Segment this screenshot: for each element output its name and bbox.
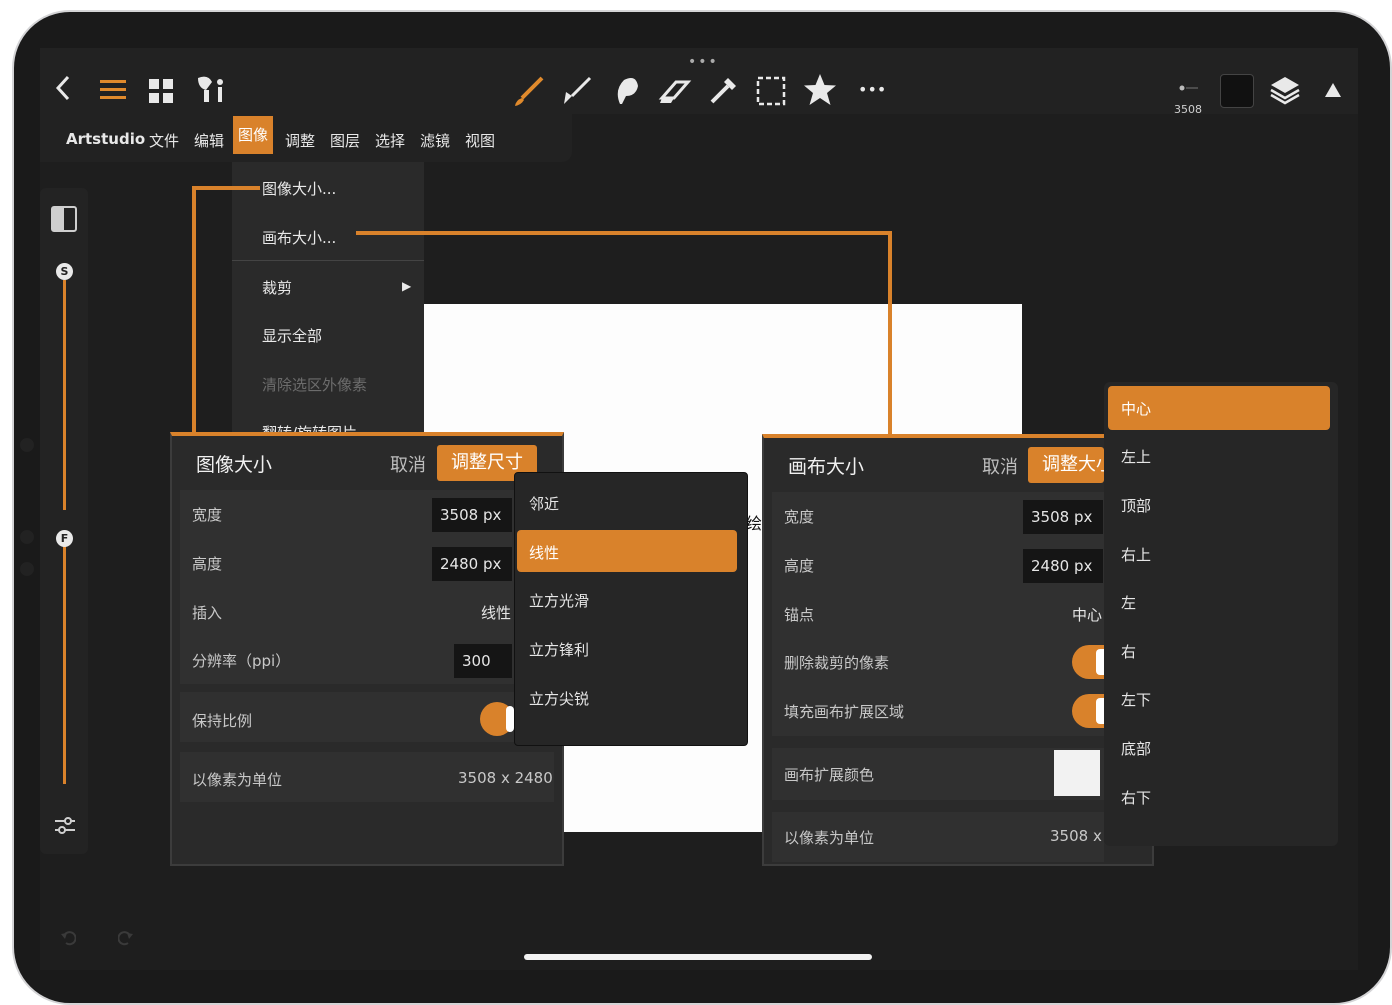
width-input[interactable]: 3508 px xyxy=(432,498,512,532)
grid-icon[interactable] xyxy=(148,78,174,108)
connector-line xyxy=(888,231,892,438)
extension-color-label: 画布扩展颜色 xyxy=(784,766,875,784)
undo-icon[interactable] xyxy=(60,930,77,950)
layers-icon[interactable] xyxy=(1268,74,1302,110)
size-slider-knob[interactable]: S xyxy=(56,263,73,280)
eyedropper-icon[interactable] xyxy=(706,74,740,112)
extension-color-swatch[interactable] xyxy=(1054,750,1100,796)
toggle-knob xyxy=(1096,649,1104,675)
canvas-size-title: 画布大小 xyxy=(788,456,865,478)
size-slider-track[interactable] xyxy=(63,280,66,510)
canvas-width-label: 宽度 xyxy=(784,508,815,526)
eraser-icon[interactable] xyxy=(658,76,692,110)
submenu-arrow-icon: ▶ xyxy=(402,279,412,293)
canvas-text: 绘 xyxy=(746,514,763,533)
interpolation-label: 插入 xyxy=(192,604,223,622)
side-button xyxy=(20,530,34,544)
menu-item-image-size[interactable]: 图像大小... xyxy=(262,178,336,199)
canvas-size-cancel-button[interactable]: 取消 xyxy=(982,453,1018,479)
pixel-units-label: 以像素为单位 xyxy=(192,771,283,789)
brush-settings-icon[interactable] xyxy=(194,74,226,110)
hamburger-menu-icon[interactable] xyxy=(100,78,126,106)
side-button xyxy=(20,562,34,576)
anchor-option-bottom[interactable]: 底部 xyxy=(1121,738,1151,759)
menu-divider xyxy=(232,260,424,261)
image-size-title: 图像大小 xyxy=(196,454,273,476)
menu-adjust[interactable]: 调整 xyxy=(285,130,315,151)
toggle-knob xyxy=(506,706,514,732)
brush-icon[interactable] xyxy=(512,74,546,112)
interp-option-cubic-smooth[interactable]: 立方光滑 xyxy=(529,590,589,611)
anchor-label: 锚点 xyxy=(784,606,815,624)
interp-option-nearest[interactable]: 邻近 xyxy=(529,493,559,514)
menu-item-clear-outside: 清除选区外像素 xyxy=(262,376,368,394)
menu-filter[interactable]: 滤镜 xyxy=(420,130,450,151)
connector-line xyxy=(356,231,892,235)
flow-slider-track[interactable] xyxy=(63,546,66,784)
anchor-value[interactable]: 中心 xyxy=(1072,604,1102,624)
interp-option-cubic-sharper[interactable]: 立方尖锐 xyxy=(529,688,589,709)
connector-line xyxy=(192,186,260,190)
anchor-option-top-right[interactable]: 右上 xyxy=(1121,544,1151,565)
canvas-height-input[interactable]: 2480 px xyxy=(1023,549,1103,583)
menu-select[interactable]: 选择 xyxy=(375,130,405,151)
home-indicator[interactable] xyxy=(524,954,872,960)
canvas-pixel-units-value: 3508 x 2480 xyxy=(1050,827,1104,845)
color-swatch-icon[interactable] xyxy=(1220,74,1254,108)
height-label: 高度 xyxy=(192,555,223,573)
star-icon[interactable] xyxy=(802,72,838,112)
side-button xyxy=(20,438,34,452)
menu-file[interactable]: 文件 xyxy=(149,130,179,151)
anchor-option-right[interactable]: 右 xyxy=(1121,641,1136,662)
flow-slider-knob[interactable]: F xyxy=(56,530,73,547)
menu-item-show-all[interactable]: 显示全部 xyxy=(262,325,322,346)
height-input[interactable]: 2480 px xyxy=(432,547,512,581)
menu-view[interactable]: 视图 xyxy=(465,130,495,151)
canvas-pixel-units-label: 以像素为单位 xyxy=(784,829,875,847)
pixel-units-value: 3508 x 2480 xyxy=(458,769,553,787)
anchor-option-bottom-right[interactable]: 右下 xyxy=(1121,787,1151,808)
slider-settings-icon[interactable] xyxy=(54,816,76,840)
app-screen: ••• ••• 3508 Artstudio 文件 编辑 图像 调整 图层 选择… xyxy=(40,48,1358,970)
brush-size-preview-icon[interactable] xyxy=(1176,78,1200,97)
menu-item-canvas-size[interactable]: 画布大小... xyxy=(262,227,336,248)
menu-image[interactable]: 图像 xyxy=(233,116,274,154)
split-view-icon[interactable] xyxy=(51,206,77,236)
lasso-icon[interactable] xyxy=(610,74,644,112)
delete-cropped-label: 删除裁剪的像素 xyxy=(784,654,890,672)
fill-extension-label: 填充画布扩展区域 xyxy=(784,703,905,721)
rect-selection-icon[interactable] xyxy=(756,76,786,110)
smudge-icon[interactable] xyxy=(560,74,594,112)
triangle-up-icon[interactable] xyxy=(1324,82,1342,102)
interp-option-linear[interactable]: 线性 xyxy=(529,542,559,563)
anchor-option-left[interactable]: 左 xyxy=(1121,592,1136,613)
anchor-option-top[interactable]: 顶部 xyxy=(1121,495,1151,516)
connector-line xyxy=(192,186,196,436)
interpolation-value[interactable]: 线性 xyxy=(481,602,511,622)
anchor-option-top-left[interactable]: 左上 xyxy=(1121,446,1151,467)
redo-icon[interactable] xyxy=(117,930,134,950)
interp-option-cubic-sharp[interactable]: 立方锋利 xyxy=(529,639,589,660)
resolution-input[interactable]: 300 xyxy=(454,644,512,678)
brush-size-label: 3508 xyxy=(1174,103,1202,116)
menu-layer[interactable]: 图层 xyxy=(330,130,360,151)
toggle-knob xyxy=(1096,698,1104,724)
canvas-height-label: 高度 xyxy=(784,557,815,575)
menu-item-crop[interactable]: 裁剪 xyxy=(262,277,292,298)
drag-handle-dots[interactable]: ••• xyxy=(688,54,719,70)
more-icon[interactable]: ••• xyxy=(858,80,886,99)
back-chevron-icon[interactable] xyxy=(50,74,76,107)
width-label: 宽度 xyxy=(192,506,223,524)
resolution-label: 分辨率（ppi） xyxy=(192,652,291,670)
keep-ratio-label: 保持比例 xyxy=(192,712,253,730)
anchor-option-bottom-left[interactable]: 左下 xyxy=(1121,689,1151,710)
canvas-size-confirm-button[interactable]: 调整大小 xyxy=(1028,447,1104,483)
canvas-width-input[interactable]: 3508 px xyxy=(1023,500,1103,534)
menu-edit[interactable]: 编辑 xyxy=(194,130,224,151)
anchor-option-center[interactable]: 中心 xyxy=(1121,398,1151,419)
image-size-cancel-button[interactable]: 取消 xyxy=(390,451,426,477)
menu-app-name[interactable]: Artstudio xyxy=(66,130,145,148)
